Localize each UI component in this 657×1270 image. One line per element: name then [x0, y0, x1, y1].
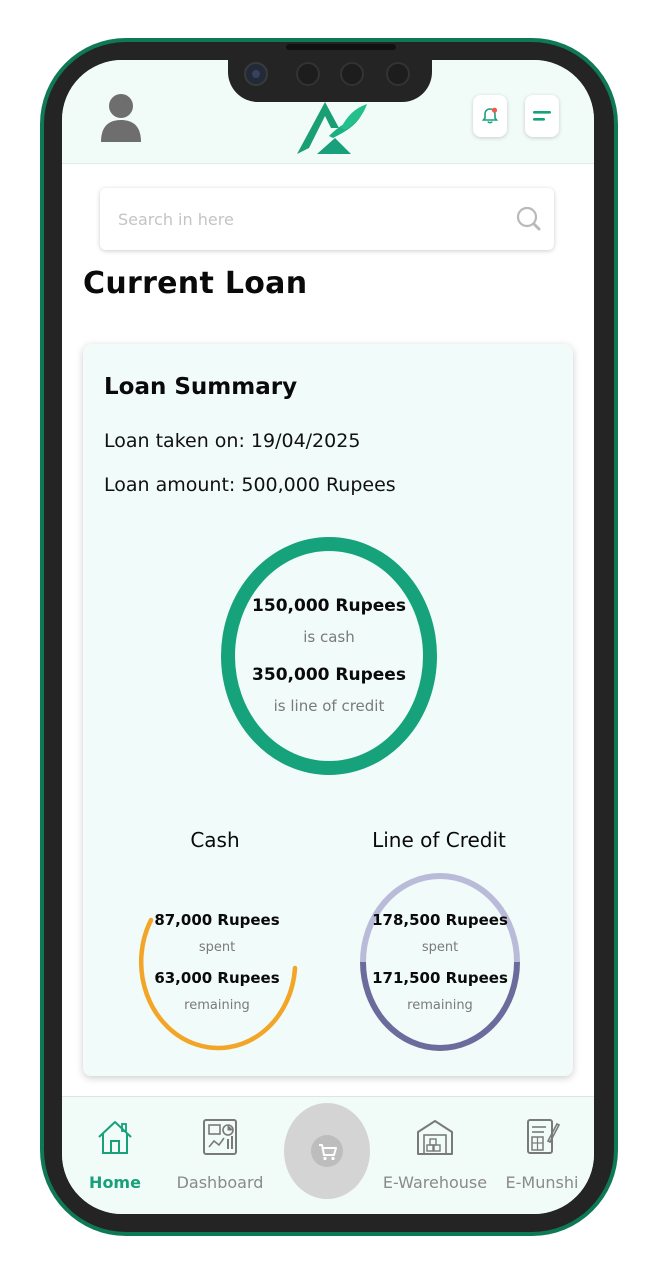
- search-input[interactable]: [116, 204, 500, 234]
- cart-button[interactable]: [284, 1103, 370, 1199]
- home-icon: [98, 1121, 132, 1154]
- cash-spent-caption: spent: [198, 940, 236, 955]
- credit-remaining-caption: remaining: [407, 998, 473, 1013]
- sensor-icon: [296, 62, 320, 86]
- cash-ring-graphic: [138, 917, 298, 1051]
- notification-button[interactable]: [473, 95, 507, 137]
- credit-spent-amount: 178,500 Rupees: [372, 911, 508, 929]
- warehouse-icon: [417, 1120, 453, 1155]
- sensor-icon: [340, 62, 364, 86]
- app-screen: Current Loan Loan Summary Loan taken on:…: [62, 60, 594, 1214]
- cash-amount: 150,000 Rupees: [252, 596, 406, 616]
- cash-remaining-amount: 63,000 Rupees: [154, 969, 280, 987]
- cash-spent-amount: 87,000 Rupees: [154, 911, 280, 929]
- credit-caption: is line of credit: [273, 697, 385, 715]
- search-bar: [100, 188, 554, 250]
- brand-logo-icon: [297, 102, 367, 154]
- cash-caption: is cash: [303, 628, 355, 646]
- ledger-icon: [527, 1119, 561, 1154]
- bottom-navigation: Home Dashboard E-Warehouse E-Munshi: [62, 1096, 594, 1214]
- cash-title: Cash: [190, 828, 240, 852]
- nav-dashboard[interactable]: Dashboard: [170, 1117, 270, 1192]
- loan-amount: Loan amount: 500,000 Rupees: [104, 474, 396, 496]
- nav-home[interactable]: Home: [78, 1117, 152, 1192]
- bell-icon: [482, 107, 498, 124]
- nav-e-munshi-label: E-Munshi: [505, 1173, 579, 1192]
- dashboard-icon: [203, 1119, 237, 1155]
- search-icon[interactable]: [516, 206, 542, 232]
- credit-amount: 350,000 Rupees: [252, 665, 406, 685]
- loan-summary-card: Loan Summary Loan taken on: 19/04/2025 L…: [83, 344, 573, 1076]
- card-title: Loan Summary: [104, 374, 298, 400]
- cash-remaining-caption: remaining: [184, 998, 250, 1013]
- menu-button[interactable]: [525, 95, 559, 137]
- loan-split-ring: 150,000 Rupees is cash 350,000 Rupees is…: [219, 534, 439, 778]
- cash-usage-ring: 87,000 Rupees spent 63,000 Rupees remain…: [135, 872, 299, 1054]
- page-title: Current Loan: [83, 266, 308, 301]
- nav-e-warehouse-label: E-Warehouse: [382, 1173, 488, 1192]
- credit-spent-caption: spent: [421, 940, 459, 955]
- loan-ring-graphic: [221, 537, 437, 775]
- nav-e-warehouse[interactable]: E-Warehouse: [380, 1117, 490, 1192]
- credit-ring-graphic: [360, 873, 520, 1051]
- sensor-icon: [386, 62, 410, 86]
- nav-home-label: Home: [89, 1173, 141, 1192]
- user-avatar-icon[interactable]: [100, 92, 142, 144]
- speaker-grille: [286, 44, 396, 50]
- phone-notch: [228, 44, 432, 102]
- camera-icon: [244, 62, 268, 86]
- credit-title: Line of Credit: [372, 828, 506, 852]
- cart-icon: [311, 1135, 343, 1167]
- menu-icon: [533, 111, 551, 121]
- credit-remaining-amount: 171,500 Rupees: [372, 969, 508, 987]
- credit-usage-ring: 178,500 Rupees spent 171,500 Rupees rema…: [358, 872, 522, 1054]
- nav-dashboard-label: Dashboard: [176, 1173, 264, 1192]
- nav-e-munshi[interactable]: E-Munshi: [502, 1117, 582, 1192]
- loan-taken-date: Loan taken on: 19/04/2025: [104, 430, 361, 452]
